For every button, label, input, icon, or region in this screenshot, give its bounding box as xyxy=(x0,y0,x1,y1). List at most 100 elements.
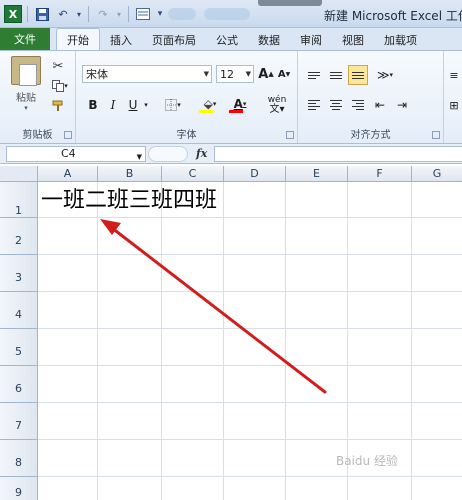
chevron-down-icon[interactable]: ▼ xyxy=(137,150,142,164)
cell-a1-text[interactable]: 一班二班三班四班 xyxy=(41,184,217,218)
column-header-g[interactable]: G xyxy=(412,166,462,182)
clipboard-group: 粘贴 ▾ ✂ ▾ 剪贴板 xyxy=(0,51,76,143)
column-gridline xyxy=(411,182,412,500)
tab-formulas[interactable]: 公式 xyxy=(206,30,248,50)
redo-icon[interactable]: ↷ xyxy=(94,5,112,23)
tab-page-layout[interactable]: 页面布局 xyxy=(142,30,206,50)
align-center-button[interactable] xyxy=(326,95,346,115)
column-header-f[interactable]: F xyxy=(348,166,412,182)
number-group-partial: ≡ ⊞ xyxy=(444,51,462,143)
chevron-down-icon: ▾ xyxy=(64,82,68,90)
phonetic-button[interactable]: wén 文▾ xyxy=(262,95,292,115)
chevron-down-icon[interactable]: ▼ xyxy=(204,70,209,78)
chevron-down-icon: ▾ xyxy=(212,100,217,108)
formula-input[interactable] xyxy=(214,146,462,162)
font-color-swatch xyxy=(229,110,243,113)
tab-view[interactable]: 视图 xyxy=(332,30,374,50)
font-name-combo[interactable]: 宋体 ▼ xyxy=(82,65,212,83)
row-header-1[interactable]: 1 xyxy=(0,182,38,218)
row-header-4[interactable]: 4 xyxy=(0,292,38,329)
align-left-button[interactable] xyxy=(304,95,324,115)
increase-indent-button[interactable]: ⇥ xyxy=(392,95,412,115)
middle-align-button[interactable] xyxy=(326,65,346,85)
tab-insert[interactable]: 插入 xyxy=(100,30,142,50)
tab-file[interactable]: 文件 xyxy=(0,28,50,50)
shrink-font-label: A xyxy=(277,68,286,80)
align-right-icon xyxy=(352,100,364,110)
row-header-3[interactable]: 3 xyxy=(0,255,38,292)
font-size-combo[interactable]: 12 ▼ xyxy=(216,65,254,83)
spreadsheet-grid[interactable]: A B C D E F G 1 2 3 4 5 6 7 8 9 一班二班三班四班 xyxy=(0,166,462,500)
excel-logo-icon[interactable]: X xyxy=(4,5,22,23)
merge-center-button[interactable]: ⊞ xyxy=(446,95,462,115)
row-header-7[interactable]: 7 xyxy=(0,403,38,440)
chevron-down-icon[interactable]: ▾ xyxy=(75,5,83,23)
form-icon[interactable] xyxy=(134,5,152,23)
align-bottom-icon xyxy=(352,71,364,79)
row-gridline xyxy=(38,476,462,477)
align-right-button[interactable] xyxy=(348,95,368,115)
cut-button[interactable]: ✂ xyxy=(48,57,68,75)
row-header-6[interactable]: 6 xyxy=(0,366,38,403)
format-painter-icon xyxy=(52,100,63,111)
phonetic-char-icon: 文▾ xyxy=(269,104,285,115)
chevron-down-icon: ▾ xyxy=(24,104,28,112)
orientation-button[interactable]: ≫ ▾ xyxy=(372,65,398,85)
chevron-down-icon[interactable]: ▾ xyxy=(142,95,150,115)
copy-button[interactable]: ▾ xyxy=(48,77,72,95)
column-gridline xyxy=(223,182,224,500)
row-header-8[interactable]: 8 xyxy=(0,440,38,477)
fill-color-button[interactable]: ⬙ ▾ xyxy=(196,93,224,115)
shrink-font-button[interactable]: A ▼ xyxy=(276,65,292,83)
column-header-b[interactable]: B xyxy=(98,166,162,182)
font-size-value: 12 xyxy=(220,67,234,81)
tab-add-ins[interactable]: 加载项 xyxy=(374,30,427,50)
decrease-indent-button[interactable]: ⇤ xyxy=(370,95,390,115)
undo-icon[interactable]: ↶ xyxy=(54,5,72,23)
italic-button[interactable]: I xyxy=(104,95,122,115)
column-gridline xyxy=(285,182,286,500)
column-gridline xyxy=(161,182,162,500)
tab-home[interactable]: 开始 xyxy=(56,28,100,50)
grow-font-button[interactable]: A ▲ xyxy=(258,65,274,83)
select-all-corner[interactable] xyxy=(0,166,38,182)
row-header-2[interactable]: 2 xyxy=(0,218,38,255)
font-color-button[interactable]: A ▾ xyxy=(226,93,254,115)
formula-bar-resize-handle[interactable] xyxy=(148,146,188,162)
column-gridline xyxy=(97,182,98,500)
tab-review[interactable]: 审阅 xyxy=(290,30,332,50)
bold-button[interactable]: B xyxy=(84,95,102,115)
row-header-9[interactable]: 9 xyxy=(0,477,38,500)
top-align-button[interactable] xyxy=(304,65,324,85)
customize-toolbar-icon[interactable]: ▾ xyxy=(155,5,165,23)
decrease-indent-icon: ⇤ xyxy=(374,98,386,112)
scissors-icon: ✂ xyxy=(52,58,64,74)
column-header-c[interactable]: C xyxy=(162,166,224,182)
chevron-down-icon: ▾ xyxy=(242,100,247,108)
bottom-align-button[interactable] xyxy=(348,65,368,85)
name-box[interactable]: C4 ▼ xyxy=(6,146,146,162)
row-gridline xyxy=(38,439,462,440)
wrap-text-button[interactable]: ≡ xyxy=(446,65,462,85)
insert-function-icon[interactable]: fx xyxy=(196,147,207,160)
format-painter-button[interactable] xyxy=(48,97,68,115)
borders-button[interactable]: ▾ xyxy=(160,95,186,115)
row-gridline xyxy=(38,254,462,255)
column-header-a[interactable]: A xyxy=(38,166,98,182)
borders-icon xyxy=(165,99,178,111)
row-header-5[interactable]: 5 xyxy=(0,329,38,366)
wrap-text-icon: ≡ xyxy=(449,68,459,82)
chevron-down-icon[interactable]: ▼ xyxy=(246,70,251,78)
alignment-group-label: 对齐方式 xyxy=(350,130,391,141)
save-icon[interactable] xyxy=(33,5,51,23)
paste-button[interactable]: 粘贴 ▾ xyxy=(8,55,44,113)
merge-icon: ⊞ xyxy=(449,98,459,112)
column-header-e[interactable]: E xyxy=(286,166,348,182)
chevron-down-icon[interactable]: ▾ xyxy=(115,5,123,23)
column-header-d[interactable]: D xyxy=(224,166,286,182)
underline-button[interactable]: U xyxy=(124,95,142,115)
tab-data[interactable]: 数据 xyxy=(248,30,290,50)
dialog-launcher-icon[interactable] xyxy=(286,131,294,139)
dialog-launcher-icon[interactable] xyxy=(64,131,72,139)
dialog-launcher-icon[interactable] xyxy=(432,131,440,139)
